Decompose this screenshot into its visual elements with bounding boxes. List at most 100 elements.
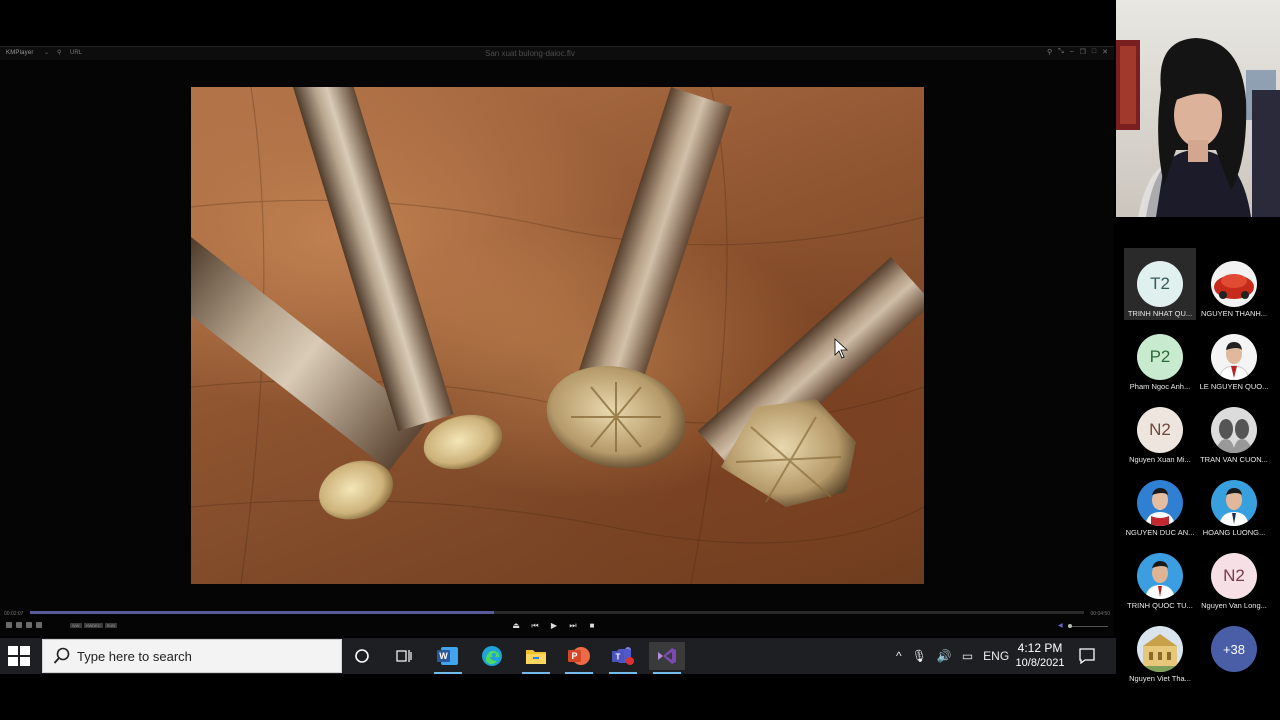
- total-time: 00:04:50: [1090, 611, 1110, 617]
- participants-panel: T2 TRINH NHAT QU... NGUYEN THANH... P2 P…: [1116, 0, 1280, 720]
- participant-tile[interactable]: N2 Nguyen Xuan Mi...: [1124, 394, 1196, 466]
- participant-tile[interactable]: Nguyen Viet Tha...: [1124, 613, 1196, 685]
- previous-icon[interactable]: ⏮: [531, 621, 539, 631]
- tag-sw[interactable]: S/W: [70, 623, 82, 628]
- participant-tile[interactable]: P2 Pham Ngoc Anh...: [1124, 321, 1196, 393]
- battery-icon[interactable]: ▭: [962, 649, 973, 663]
- windows-taskbar: Type here to search W P T ^ 🎙 🔊 ▭ ENG 4:…: [0, 638, 1116, 674]
- pin-top-icon[interactable]: ⚲: [1047, 48, 1052, 56]
- taskbar-clock[interactable]: 4:12 PM 10/8/2021: [1012, 641, 1068, 669]
- svg-text:P: P: [571, 651, 577, 661]
- volume-icon[interactable]: 🔊: [937, 649, 952, 663]
- bolts-illustration: [191, 87, 924, 584]
- avatar: P2: [1137, 334, 1183, 380]
- language-indicator[interactable]: ENG: [983, 649, 1009, 663]
- stop-icon[interactable]: ■: [588, 621, 596, 631]
- next-icon[interactable]: ⏭: [569, 621, 577, 631]
- speaker-illustration: [1116, 38, 1280, 217]
- participant-name: LE NGUYEN QUO...: [1199, 382, 1269, 391]
- url-button[interactable]: URL: [70, 50, 82, 56]
- file-title: San xuat bulong-daioc.flv: [485, 49, 575, 58]
- tag-sub[interactable]: SUB: [104, 623, 117, 628]
- windows-start-icon[interactable]: [8, 646, 30, 666]
- powerpoint-app-icon[interactable]: P: [561, 642, 597, 674]
- play-icon[interactable]: ▶: [550, 621, 558, 631]
- avatar: [1137, 626, 1183, 672]
- video-frame[interactable]: [191, 87, 924, 584]
- search-placeholder: Type here to search: [77, 649, 192, 664]
- participant-tile[interactable]: N2 Nguyen Van Long...: [1198, 540, 1270, 612]
- avatar: [1211, 334, 1257, 380]
- participant-name: NGUYEN THANH...: [1200, 309, 1268, 318]
- teams-app-icon[interactable]: T: [605, 642, 641, 674]
- avatar: [1211, 261, 1257, 307]
- close-icon[interactable]: ✕: [1102, 48, 1108, 56]
- participant-name: Nguyen Van Long...: [1201, 601, 1267, 610]
- participant-name: HOANG LUONG...: [1202, 528, 1266, 537]
- volume-knob: [1068, 624, 1072, 628]
- search-icon: [53, 647, 70, 664]
- player-brand[interactable]: KMPlayer: [6, 50, 34, 56]
- notifications-icon[interactable]: [1078, 647, 1096, 665]
- vr-icon[interactable]: [36, 622, 42, 628]
- restore-icon[interactable]: ❐: [1080, 48, 1086, 56]
- participant-tile[interactable]: NGUYEN THANH...: [1198, 248, 1270, 320]
- minimize-icon[interactable]: –: [1070, 48, 1074, 56]
- cortana-icon[interactable]: [344, 642, 380, 670]
- menu-icon[interactable]: [6, 622, 12, 628]
- participant-name: NGUYEN DUC AN...: [1125, 528, 1195, 537]
- participant-name: Pham Ngoc Anh...: [1129, 382, 1191, 391]
- system-tray: ^ 🎙 🔊 ▭ ENG: [896, 646, 1009, 666]
- participant-tile[interactable]: T2 TRINH NHAT QU...: [1124, 248, 1196, 320]
- clock-date: 10/8/2021: [1015, 657, 1065, 669]
- screen: KMPlayer ⌄ ⚲ URL San xuat bulong-daioc.f…: [0, 0, 1280, 720]
- seek-progress: [30, 611, 494, 614]
- avatar: [1211, 480, 1257, 526]
- player-controls: S/W HWDEC SUB ⏏ ⏮ ▶ ⏭ ■ ◀: [0, 620, 1114, 634]
- participant-tile[interactable]: NGUYEN DUC AN...: [1124, 467, 1196, 539]
- svg-text:W: W: [439, 651, 448, 661]
- settings-icon[interactable]: [16, 622, 22, 628]
- player-title-bar[interactable]: KMPlayer ⌄ ⚲ URL San xuat bulong-daioc.f…: [0, 46, 1114, 60]
- tray-caret-icon[interactable]: ^: [896, 649, 902, 663]
- participant-tile[interactable]: LE NGUYEN QUO...: [1198, 321, 1270, 393]
- 3d-icon[interactable]: [26, 622, 32, 628]
- taskbar-search[interactable]: Type here to search: [42, 639, 342, 673]
- avatar: [1137, 480, 1183, 526]
- tag-hwdec[interactable]: HWDEC: [83, 623, 103, 628]
- participant-name: TRAN VAN CUON...: [1200, 455, 1268, 464]
- seek-bar[interactable]: [30, 611, 1084, 614]
- microphone-icon[interactable]: 🎙: [912, 649, 927, 663]
- kmplayer-window: KMPlayer ⌄ ⚲ URL San xuat bulong-daioc.f…: [0, 46, 1114, 636]
- eject-icon[interactable]: ⏏: [512, 621, 520, 631]
- participant-tile[interactable]: HOANG LUONG...: [1198, 467, 1270, 539]
- participant-name: TRINH NHAT QU...: [1127, 309, 1193, 318]
- pin-icon[interactable]: ⚲: [57, 49, 61, 56]
- window-controls: ⚲ ⤡ – ❐ □ ✕: [1047, 48, 1108, 56]
- chevron-down-icon[interactable]: ⌄: [44, 49, 49, 56]
- task-view-icon[interactable]: [386, 642, 422, 670]
- visual-studio-icon[interactable]: [649, 642, 685, 674]
- avatar: N2: [1137, 407, 1183, 453]
- active-speaker-video[interactable]: [1116, 0, 1280, 217]
- avatar: [1137, 553, 1183, 599]
- speaker-icon: ◀: [1058, 623, 1063, 629]
- maximize-icon[interactable]: □: [1092, 48, 1096, 56]
- svg-text:T: T: [616, 653, 621, 662]
- shared-screen: KMPlayer ⌄ ⚲ URL San xuat bulong-daioc.f…: [0, 0, 1116, 674]
- participant-name: Nguyen Viet Tha...: [1129, 674, 1191, 683]
- more-participants-badge[interactable]: +38: [1211, 626, 1257, 672]
- avatar: N2: [1211, 553, 1257, 599]
- participant-name: Nguyen Xuan Mi...: [1129, 455, 1191, 464]
- clock-time: 4:12 PM: [1017, 641, 1063, 655]
- volume-control[interactable]: ◀: [1058, 623, 1108, 629]
- participant-tile[interactable]: TRAN VAN CUON...: [1198, 394, 1270, 466]
- participant-tile[interactable]: TRINH QUOC TU...: [1124, 540, 1196, 612]
- shrink-icon[interactable]: ⤡: [1058, 48, 1064, 56]
- more-participants[interactable]: +38: [1198, 613, 1270, 685]
- avatar: T2: [1137, 261, 1183, 307]
- avatar: [1211, 407, 1257, 453]
- file-explorer-icon[interactable]: [518, 642, 554, 674]
- word-app-icon[interactable]: W: [430, 642, 466, 674]
- edge-browser-icon[interactable]: [474, 642, 510, 670]
